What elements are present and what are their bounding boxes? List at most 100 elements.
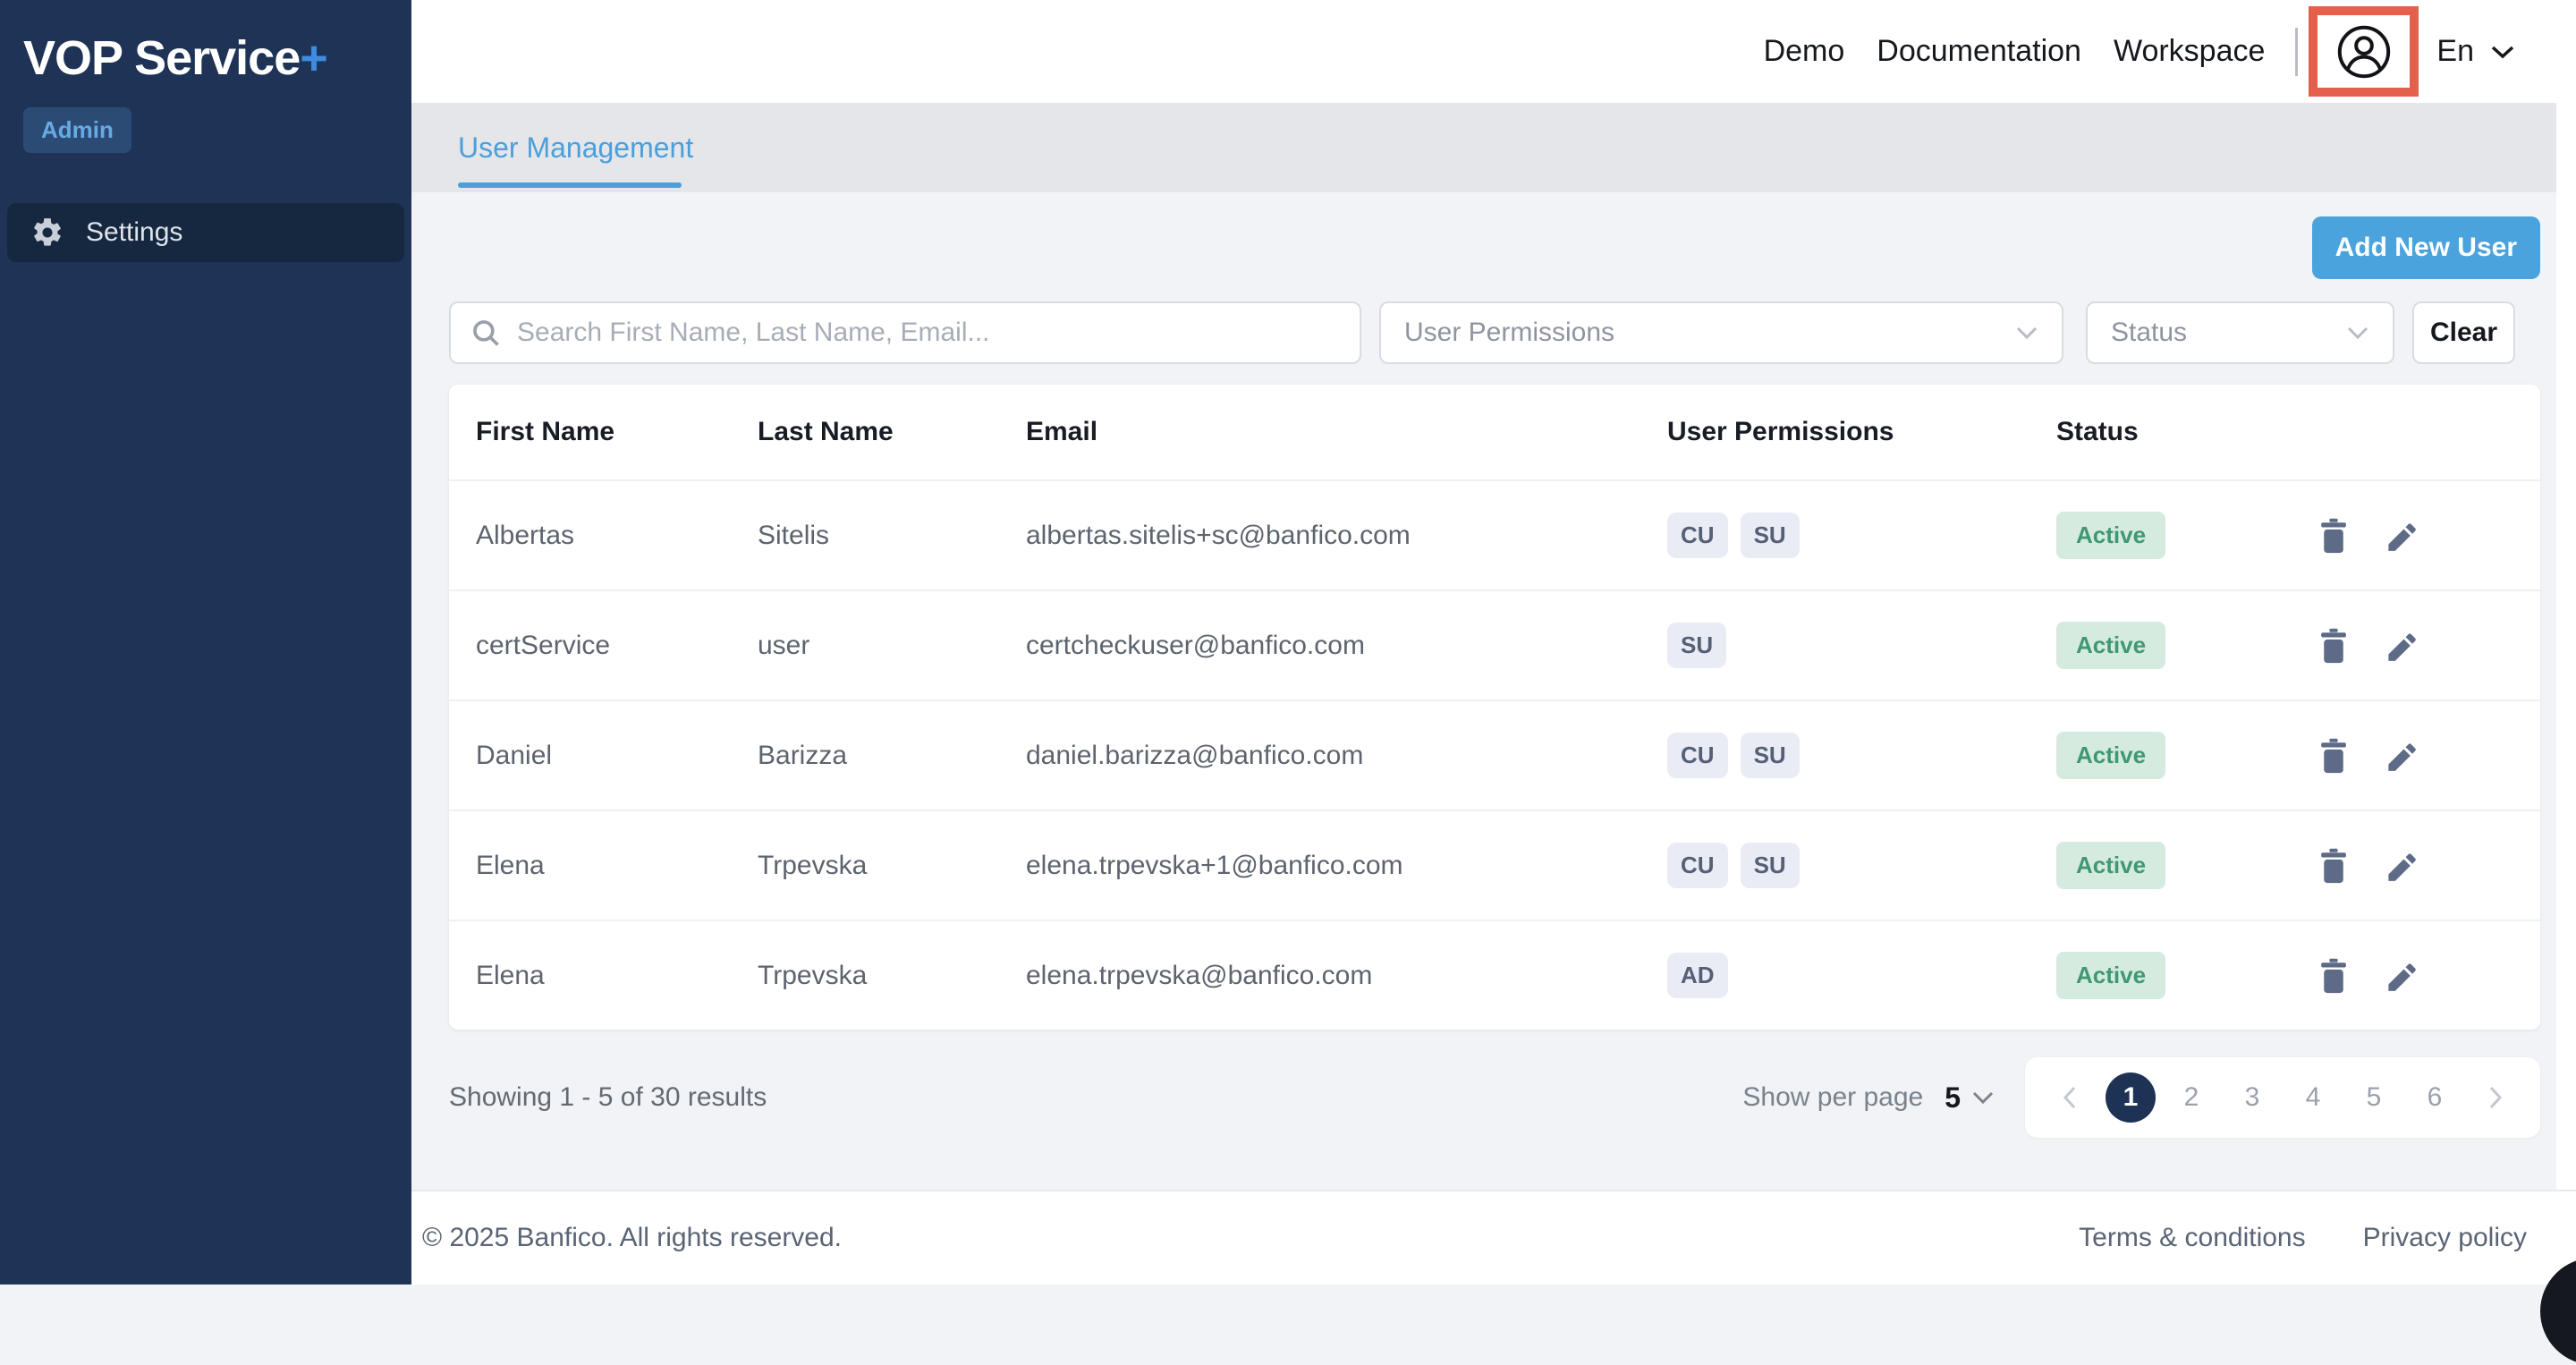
table-row: ElenaTrpevskaelena.trpevska@banfico.comA… xyxy=(449,920,2540,1030)
nav-divider xyxy=(2295,28,2298,76)
edit-icon[interactable] xyxy=(2385,958,2419,994)
language-selector[interactable]: En xyxy=(2436,34,2474,69)
permission-badge: SU xyxy=(1741,733,1800,778)
permission-badge: SU xyxy=(1667,623,1726,668)
nav-link-documentation[interactable]: Documentation xyxy=(1877,34,2081,69)
delete-icon[interactable] xyxy=(2317,738,2351,774)
table-header-row: First NameLast NameEmailUser Permissions… xyxy=(449,385,2540,479)
row-actions xyxy=(2292,738,2540,774)
page-button-5[interactable]: 5 xyxy=(2349,1072,2399,1123)
email-cell: elena.trpevska+1@banfico.com xyxy=(1026,851,1667,881)
table-row: certServiceusercertcheckuser@banfico.com… xyxy=(449,589,2540,699)
next-page-button[interactable] xyxy=(2470,1072,2521,1123)
results-summary: Showing 1 - 5 of 30 results xyxy=(449,1082,767,1113)
sidebar-item-label: Settings xyxy=(86,217,182,248)
edit-icon[interactable] xyxy=(2385,738,2419,774)
filter-row: User Permissions Status Clear xyxy=(449,301,2540,364)
sidebar: VOP Service+ Admin Settings xyxy=(0,0,411,1284)
user-permissions-select-label: User Permissions xyxy=(1404,318,1614,348)
logo-text: VOP Service xyxy=(23,31,300,85)
permissions-cell: CUSU xyxy=(1667,733,2056,778)
delete-icon[interactable] xyxy=(2317,628,2351,664)
row-actions xyxy=(2292,628,2540,664)
per-page-value[interactable]: 5 xyxy=(1945,1081,1961,1115)
chevron-down-icon[interactable] xyxy=(2490,44,2515,60)
permission-badge: CU xyxy=(1667,513,1728,558)
sidebar-item-settings[interactable]: Settings xyxy=(7,203,404,262)
permissions-cell: AD xyxy=(1667,953,2056,998)
scrollbar-track[interactable] xyxy=(2556,103,2576,1190)
permissions-cell: CUSU xyxy=(1667,843,2056,888)
status-cell: Active xyxy=(2056,512,2292,559)
nav-link-workspace[interactable]: Workspace xyxy=(2114,34,2265,69)
first-name-cell: certService xyxy=(476,631,758,661)
last-name-cell: user xyxy=(758,631,1026,661)
email-cell: daniel.barizza@banfico.com xyxy=(1026,741,1667,771)
page-button-1[interactable]: 1 xyxy=(2106,1072,2156,1123)
table-row: DanielBarizzadaniel.barizza@banfico.comC… xyxy=(449,699,2540,810)
first-name-cell: Daniel xyxy=(476,741,758,771)
prev-page-button[interactable] xyxy=(2045,1072,2095,1123)
user-permissions-select[interactable]: User Permissions xyxy=(1379,301,2063,364)
edit-icon[interactable] xyxy=(2385,628,2419,664)
top-nav: Demo Documentation Workspace xyxy=(1764,34,2266,69)
status-cell: Active xyxy=(2056,842,2292,889)
page-button-6[interactable]: 6 xyxy=(2410,1072,2460,1123)
table-row: AlbertasSitelisalbertas.sitelis+sc@banfi… xyxy=(449,479,2540,589)
permission-badge: SU xyxy=(1741,843,1800,888)
logo-plus-icon: + xyxy=(300,31,327,85)
page-button-4[interactable]: 4 xyxy=(2288,1072,2338,1123)
first-name-cell: Elena xyxy=(476,851,758,881)
gear-icon xyxy=(30,216,64,250)
clear-filters-button[interactable]: Clear xyxy=(2412,301,2515,364)
delete-icon[interactable] xyxy=(2317,958,2351,994)
column-header: User Permissions xyxy=(1667,417,2056,447)
tab-user-management[interactable]: User Management xyxy=(458,103,693,192)
terms-link[interactable]: Terms & conditions xyxy=(2079,1223,2305,1253)
content-area: Add New User User Permissions Status Cle… xyxy=(411,192,2576,1190)
delete-icon[interactable] xyxy=(2317,848,2351,884)
tab-bar: User Management xyxy=(411,103,2576,192)
search-input[interactable] xyxy=(517,318,1340,348)
table-row: ElenaTrpevskaelena.trpevska+1@banfico.co… xyxy=(449,810,2540,920)
permission-badge: AD xyxy=(1667,953,1728,998)
permission-badge: SU xyxy=(1741,513,1800,558)
main-area: Demo Documentation Workspace En User Man… xyxy=(411,0,2576,1284)
footer: © 2025 Banfico. All rights reserved. Ter… xyxy=(411,1190,2576,1284)
active-tab-underline xyxy=(458,182,682,188)
status-cell: Active xyxy=(2056,732,2292,779)
last-name-cell: Sitelis xyxy=(758,521,1026,551)
show-per-page-label: Show per page xyxy=(1742,1082,1923,1113)
edit-icon[interactable] xyxy=(2385,518,2419,554)
page-button-2[interactable]: 2 xyxy=(2166,1072,2216,1123)
users-table: First NameLast NameEmailUser Permissions… xyxy=(449,385,2540,1030)
chevron-down-icon[interactable] xyxy=(1971,1090,1995,1105)
last-name-cell: Trpevska xyxy=(758,851,1026,881)
column-header: Status xyxy=(2056,417,2292,447)
nav-link-demo[interactable]: Demo xyxy=(1764,34,1845,69)
status-select[interactable]: Status xyxy=(2086,301,2394,364)
status-badge: Active xyxy=(2056,512,2165,559)
edit-icon[interactable] xyxy=(2385,848,2419,884)
privacy-link[interactable]: Privacy policy xyxy=(2363,1223,2527,1253)
status-select-label: Status xyxy=(2111,318,2187,348)
add-new-user-button[interactable]: Add New User xyxy=(2312,216,2540,279)
row-actions xyxy=(2292,518,2540,554)
status-badge: Active xyxy=(2056,732,2165,779)
app-logo: VOP Service+ xyxy=(0,0,411,86)
chevron-left-icon xyxy=(2062,1085,2078,1110)
user-avatar-button[interactable] xyxy=(2309,6,2419,97)
admin-role-badge: Admin xyxy=(23,107,131,153)
delete-icon[interactable] xyxy=(2317,518,2351,554)
status-badge: Active xyxy=(2056,842,2165,889)
search-icon xyxy=(470,318,501,348)
search-box[interactable] xyxy=(449,301,1361,364)
page-button-3[interactable]: 3 xyxy=(2227,1072,2277,1123)
status-badge: Active xyxy=(2056,952,2165,999)
email-cell: certcheckuser@banfico.com xyxy=(1026,631,1667,661)
status-badge: Active xyxy=(2056,622,2165,669)
column-header: Last Name xyxy=(758,417,1026,447)
copyright-text: © 2025 Banfico. All rights reserved. xyxy=(422,1223,842,1253)
row-actions xyxy=(2292,848,2540,884)
sidebar-menu: Settings xyxy=(0,203,411,262)
